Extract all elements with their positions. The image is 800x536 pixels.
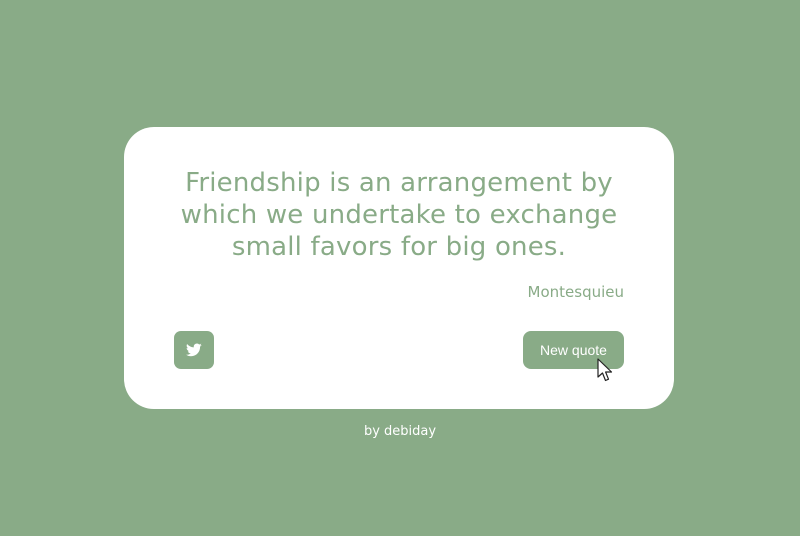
quote-card: Friendship is an arrangement by which we… — [124, 127, 674, 409]
quote-text: Friendship is an arrangement by which we… — [180, 168, 618, 262]
twitter-icon — [186, 343, 202, 357]
tweet-quote-button[interactable] — [174, 331, 214, 369]
quote-author: Montesquieu — [527, 283, 624, 301]
credit-text: by debiday — [363, 424, 437, 439]
new-quote-button[interactable]: New quote — [523, 331, 624, 369]
